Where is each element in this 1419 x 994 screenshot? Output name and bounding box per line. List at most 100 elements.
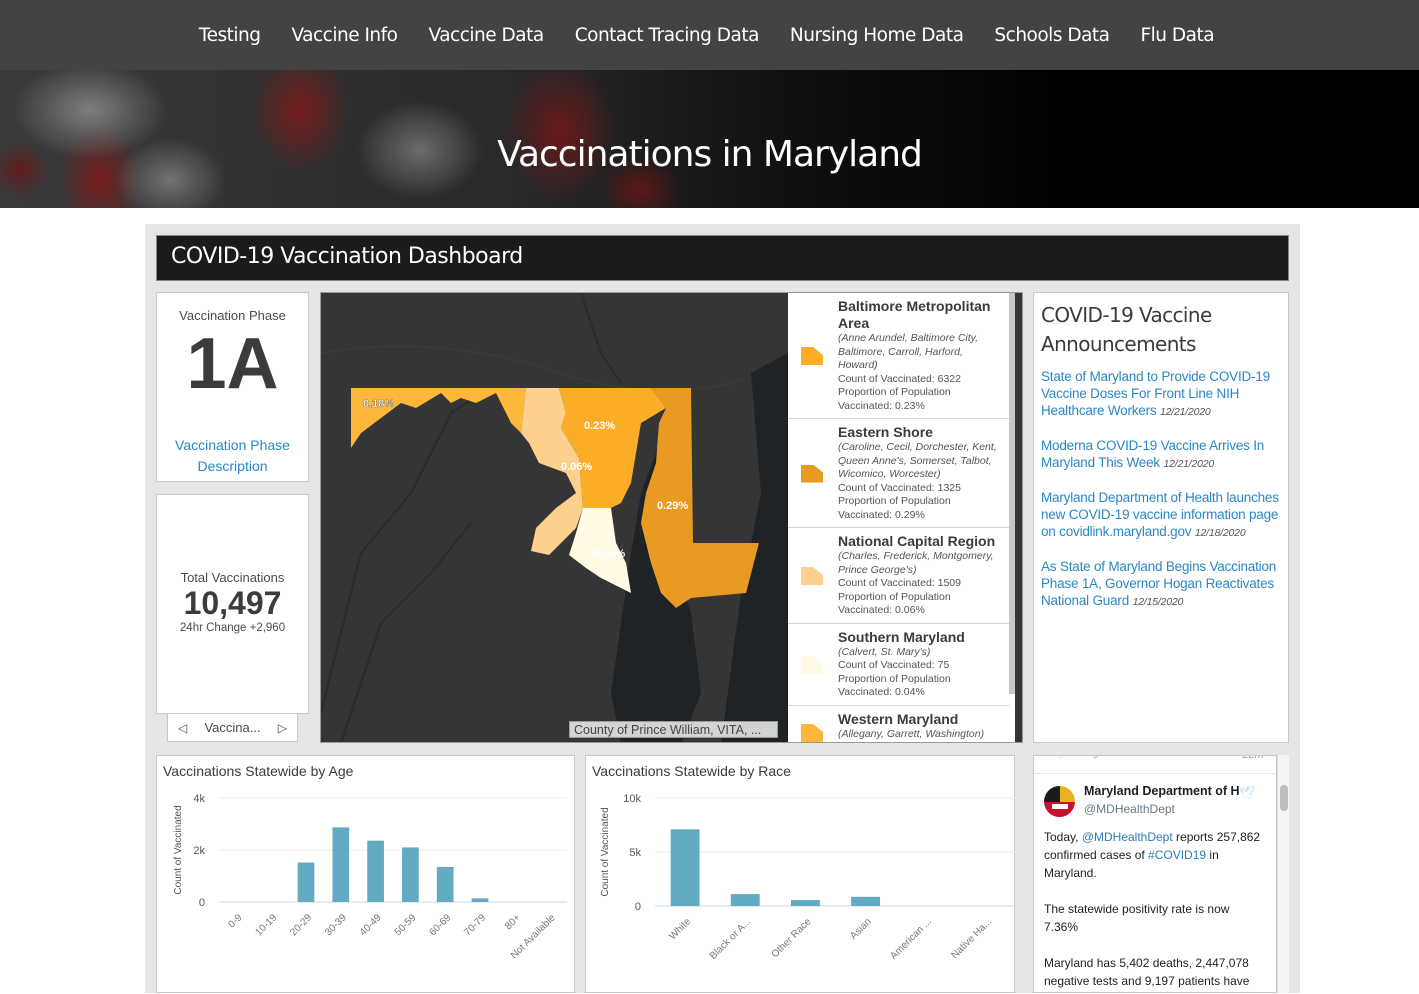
announcement-date: 12/18/2020 (1194, 527, 1246, 539)
x-tick-label: 0-9 (227, 912, 245, 930)
legend-swatch (801, 464, 823, 483)
total-vaccinations-card: Total Vaccinations 10,497 24hr Change +2… (156, 494, 309, 714)
phase-value: 1A (186, 324, 279, 404)
bar[interactable] (670, 829, 700, 906)
bar[interactable] (367, 840, 384, 902)
maryland-map[interactable]: 0.18% 0.23% 0.06% 0.29% 0.04% (321, 293, 788, 743)
tweet-author-name[interactable]: Maryland Department of H (1084, 784, 1240, 798)
legend-swatch (801, 347, 823, 365)
nav-vaccine-info[interactable]: Vaccine Info (291, 25, 398, 46)
y-tick-label: 10k (623, 793, 641, 805)
phase-description-link[interactable]: Vaccination Phase Description (157, 435, 308, 477)
legend-proportion-label: Proportion of Population (838, 590, 951, 603)
tweet-mention-link[interactable]: @MDHealthDept (1082, 830, 1173, 844)
bar[interactable] (332, 827, 350, 902)
legend-proportion: Vaccinated: 0.04% (838, 686, 925, 698)
nav-flu-data[interactable]: Flu Data (1141, 25, 1215, 46)
dashboard: COVID-19 Vaccination Dashboard Vaccinati… (145, 224, 1300, 993)
twitter-scrollbar[interactable] (1277, 755, 1289, 993)
top-nav: Testing Vaccine Info Vaccine Data Contac… (0, 0, 1419, 70)
y-tick-label: 5k (629, 847, 641, 859)
legend-proportion-label: Proportion of Population (838, 495, 951, 507)
announcement-link[interactable]: Moderna COVID-19 Vaccine Arrives In Mary… (1041, 438, 1264, 470)
legend-proportion: Vaccinated: 0.23% (838, 399, 925, 412)
legend-count: Count of Vaccinated: 6322 (838, 372, 961, 385)
region-eastern-shore[interactable] (641, 388, 759, 608)
map-attribution[interactable]: County of Prince William, VITA, ... (569, 721, 778, 738)
legend-scrollbar[interactable] (1009, 293, 1015, 694)
y-tick-label: 0 (199, 897, 205, 909)
legend-swatch (801, 567, 823, 585)
bar[interactable] (471, 898, 489, 902)
legend-proportion: Vaccinated: 0.06% (838, 604, 925, 616)
bar[interactable] (851, 896, 881, 906)
legend-counties: (Allegany, Garrett, Washington) (838, 727, 985, 740)
nav-contact-tracing-data[interactable]: Contact Tracing Data (575, 25, 760, 46)
announcement-link[interactable]: State of Maryland to Provide COVID-19 Va… (1041, 369, 1270, 418)
announcement-date: 12/21/2020 (1163, 458, 1215, 470)
age-chart-panel: Vaccinations Statewide by Age Count of V… (156, 755, 575, 993)
bar[interactable] (297, 862, 315, 902)
legend-region-title: Southern Maryland (838, 628, 965, 645)
bar[interactable] (790, 900, 820, 906)
x-tick-label: 70-79 (462, 912, 488, 938)
x-tick-label: 20-29 (288, 912, 314, 938)
y-tick-label: 2k (193, 845, 205, 857)
next-arrow-icon[interactable]: ▷ (278, 721, 287, 735)
tweet-paragraph: Today, @MDHealthDept reports 257,862 con… (1044, 828, 1266, 882)
announcement-date: 12/15/2020 (1132, 596, 1184, 608)
nav-nursing-home-data[interactable]: Nursing Home Data (790, 25, 964, 46)
map-legend: Baltimore Metropolitan Area (Anne Arundel… (788, 293, 1015, 742)
nav-vaccine-data[interactable]: Vaccine Data (429, 25, 545, 46)
twitter-feed[interactable]: ♡ ⇗ 22m Maryland Department of H @MDHeal… (1033, 755, 1277, 993)
x-tick-label: Other Race (770, 916, 814, 960)
tweet-header: Maryland Department of H @MDHealthDept 🕊 (1034, 784, 1276, 828)
legend-proportion-label: Proportion of Population (838, 672, 951, 685)
x-tick-label: 60-69 (427, 912, 453, 938)
twitter-bird-icon[interactable]: 🕊 (1239, 785, 1256, 801)
legend-proportion-label: Proportion of Population (838, 386, 951, 398)
announcements-panel: COVID-19 Vaccine Announcements State of … (1033, 292, 1289, 743)
twitter-scroll-thumb[interactable] (1280, 785, 1288, 811)
legend-counties: (Calvert, St. Mary's) (838, 645, 931, 658)
announcements-title: COVID-19 Vaccine Announcements (1041, 303, 1212, 356)
legend-counties: (Anne Arundel, Baltimore City, Baltimore… (838, 332, 979, 371)
nav-testing[interactable]: Testing (199, 25, 261, 46)
legend-count: Count of Vaccinated: 451 (838, 741, 1001, 742)
basemap-boundary (321, 392, 482, 714)
nav-schools-data[interactable]: Schools Data (994, 25, 1110, 46)
bar[interactable] (730, 894, 760, 906)
legend-item: Southern Maryland (Calvert, St. Mary's) Co… (788, 624, 1009, 706)
tweet-text: Today, (1044, 830, 1082, 844)
bar[interactable] (436, 866, 454, 902)
pager-label: Vaccina... (204, 720, 261, 735)
y-axis-label: Count of Vaccinated (173, 805, 184, 894)
tweet-body: Today, @MDHealthDept reports 257,862 con… (1034, 828, 1276, 990)
avatar[interactable] (1044, 786, 1075, 817)
total-24hr-change: 24hr Change +2,960 (179, 622, 286, 634)
legend-swatch (801, 724, 823, 742)
label-southern: 0.04% (594, 548, 625, 560)
x-tick-label: Asian (848, 916, 873, 941)
legend-item: Baltimore Metropolitan Area (Anne Arundel… (788, 293, 1009, 419)
label-national-capital: 0.06% (561, 461, 592, 473)
previous-arrow-icon[interactable]: ◁ (178, 721, 187, 735)
x-tick-label: 50-59 (393, 912, 419, 938)
tweet-hashtag-link[interactable]: #COVID19 (1148, 848, 1206, 862)
label-western: 0.18% (363, 398, 394, 410)
legend-item: Eastern Shore (Caroline, Cecil, Dorcheste… (788, 419, 1009, 528)
bar[interactable] (402, 847, 419, 902)
map-view[interactable]: 0.18% 0.23% 0.06% 0.29% 0.04% County of … (320, 292, 1023, 743)
hero-banner: Vaccinations in Maryland (0, 70, 1419, 208)
page-title: Vaccinations in Maryland (497, 134, 923, 175)
share-icon[interactable]: ⇗ (1092, 756, 1101, 762)
x-tick-label: 30-39 (323, 912, 349, 938)
tweet-author-handle[interactable]: @MDHealthDept (1084, 802, 1175, 816)
race-chart-panel: Vaccinations Statewide by Race Count of … (585, 755, 1016, 993)
tweet-time[interactable]: 22m (1242, 756, 1263, 761)
x-tick-label: White (667, 916, 693, 942)
like-icon[interactable]: ♡ (1056, 756, 1066, 762)
y-tick-label: 4k (193, 793, 205, 805)
dashboard-title: COVID-19 Vaccination Dashboard (156, 235, 1289, 281)
x-tick-label: 40-49 (358, 912, 384, 938)
